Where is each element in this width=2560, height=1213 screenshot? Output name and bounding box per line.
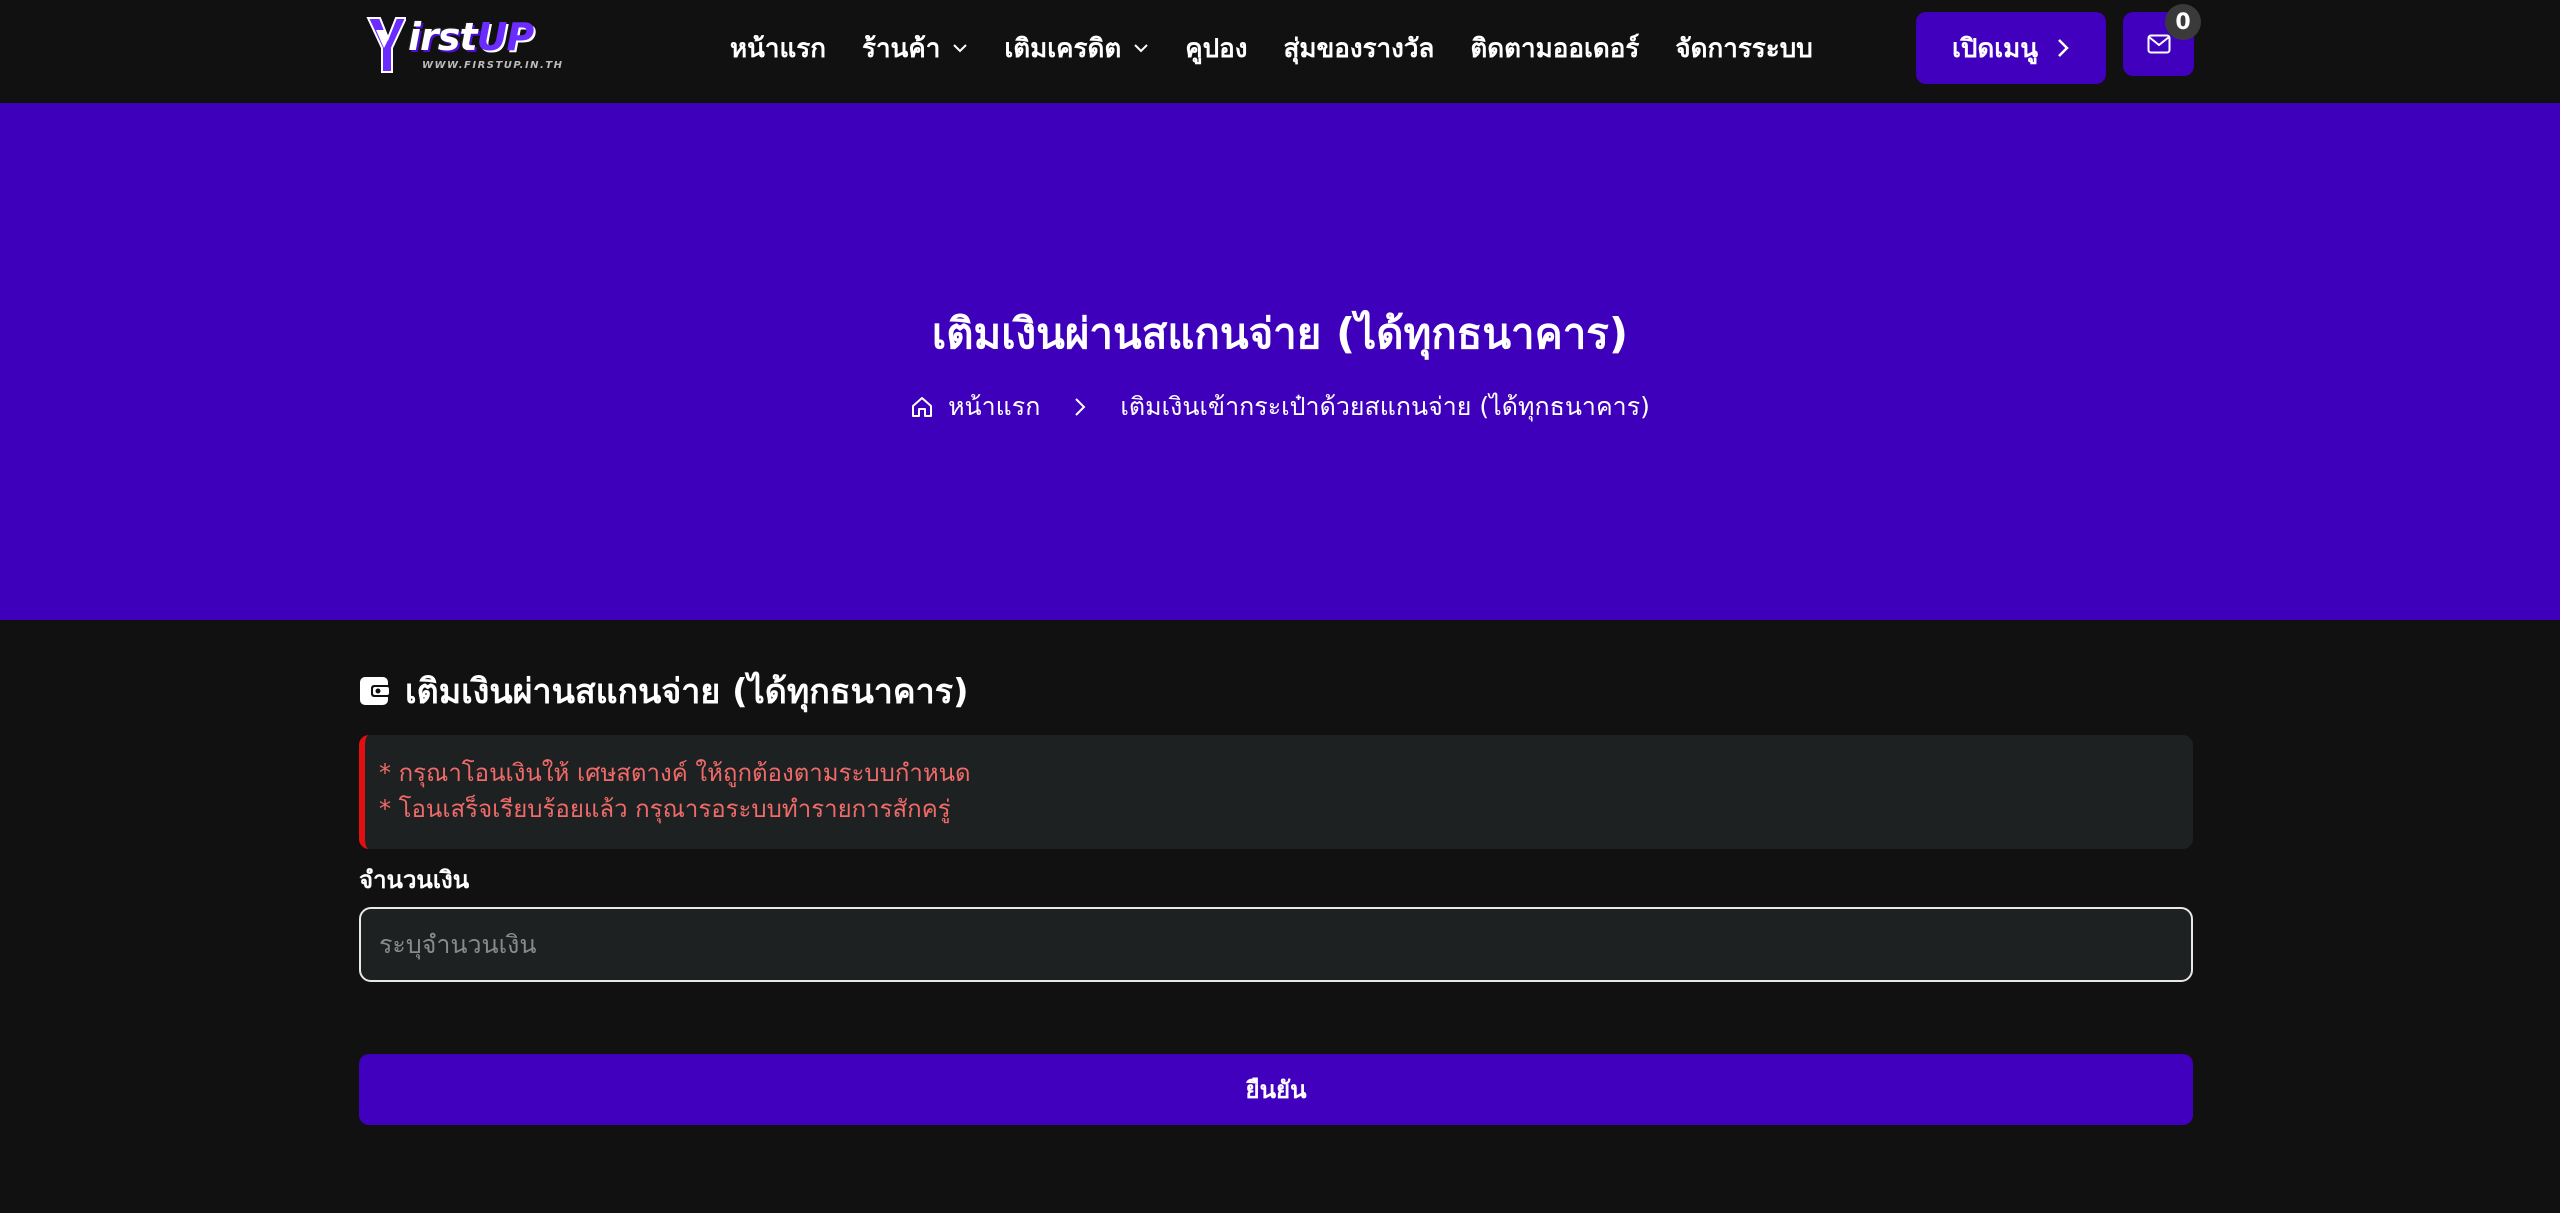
amount-input[interactable] xyxy=(359,907,2193,982)
nav-item-label: จัดการระบบ xyxy=(1675,33,1813,64)
nav-item-label: เติมเครดิต xyxy=(1004,33,1122,64)
section-title-text: เติมเงินผ่านสแกนจ่าย (ได้ทุกธนาคาร) xyxy=(405,672,969,712)
nav-item-track-order[interactable]: ติดตามออเดอร์ xyxy=(1470,28,1639,69)
nav-item-home[interactable]: หน้าแรก xyxy=(730,28,826,69)
nav-item-label: ติดตามออเดอร์ xyxy=(1470,33,1640,64)
nav-item-label: คูปอง xyxy=(1185,33,1248,64)
mail-count-badge: 0 xyxy=(2165,4,2201,40)
open-menu-label: เปิดเมนู xyxy=(1951,33,2039,64)
nav-item-coupon[interactable]: คูปอง xyxy=(1185,28,1247,69)
chevron-right-icon xyxy=(2058,39,2069,57)
nav-item-label: หน้าแรก xyxy=(730,33,826,64)
page-title: เติมเงินผ่านสแกนจ่าย (ได้ทุกธนาคาร) xyxy=(931,309,1629,358)
breadcrumb-home-label: หน้าแรก xyxy=(948,392,1041,421)
nav-item-admin[interactable]: จัดการระบบ xyxy=(1675,28,1812,69)
site-logo[interactable]: irstUP WWW.FIRSTUP.IN.TH xyxy=(366,14,566,76)
breadcrumb-separator-icon xyxy=(1074,397,1086,417)
logo-wordmark: irstUP xyxy=(408,15,534,59)
notice-line: * โอนเสร็จเรียบร้อยแล้ว กรุณารอระบบทำราย… xyxy=(379,795,951,823)
hero-banner: เติมเงินผ่านสแกนจ่าย (ได้ทุกธนาคาร) หน้า… xyxy=(0,103,2560,620)
notice-line: * กรุณาโอนเงินให้ เศษสตางค์ ให้ถูกต้องตา… xyxy=(379,759,971,787)
logo-f-icon xyxy=(366,17,406,73)
top-navbar: irstUP WWW.FIRSTUP.IN.TH หน้าแรก ร้านค้า… xyxy=(0,0,2560,103)
chevron-down-icon xyxy=(1134,44,1148,53)
nav-item-label: ร้านค้า xyxy=(861,33,941,64)
nav-item-label: สุ่มของรางวัล xyxy=(1283,33,1435,64)
main-nav: หน้าแรก ร้านค้า เติมเครดิต คูปอง สุ่มของ… xyxy=(730,22,1849,74)
nav-item-topup[interactable]: เติมเครดิต xyxy=(1004,28,1149,69)
amount-label: จำนวนเงิน xyxy=(359,866,470,894)
nav-item-random-reward[interactable]: สุ่มของรางวัล xyxy=(1283,28,1434,69)
section-title: เติมเงินผ่านสแกนจ่าย (ได้ทุกธนาคาร) xyxy=(359,664,969,718)
breadcrumb-current: เติมเงินเข้ากระเป๋าด้วยสแกนจ่าย (ได้ทุกธ… xyxy=(1120,392,1650,421)
breadcrumb-home[interactable]: หน้าแรก xyxy=(910,387,1040,427)
logo-tagline: WWW.FIRSTUP.IN.TH xyxy=(422,60,564,71)
home-icon xyxy=(912,397,933,417)
chevron-down-icon xyxy=(953,44,968,53)
breadcrumb: หน้าแรก เติมเงินเข้ากระเป๋าด้วยสแกนจ่าย … xyxy=(0,387,2560,427)
confirm-button[interactable]: ยืนยัน xyxy=(359,1054,2193,1125)
open-menu-button[interactable]: เปิดเมนู xyxy=(1916,12,2106,84)
mail-icon xyxy=(2147,34,2170,54)
confirm-button-label: ยืนยัน xyxy=(1245,1076,1307,1104)
wallet-icon xyxy=(360,677,391,705)
notice-box: * กรุณาโอนเงินให้ เศษสตางค์ ให้ถูกต้องตา… xyxy=(359,735,2193,849)
nav-item-shop[interactable]: ร้านค้า xyxy=(862,28,968,69)
